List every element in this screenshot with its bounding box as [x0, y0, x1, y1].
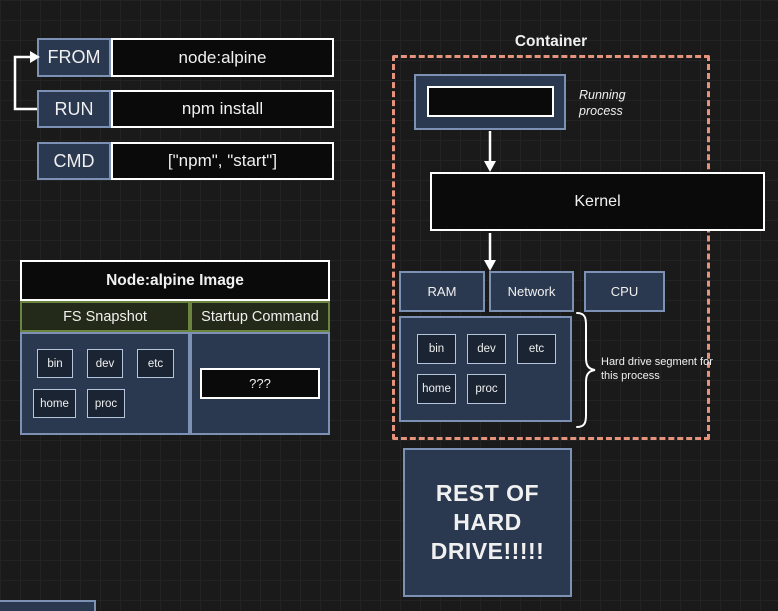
- container-fs-item-bin: bin: [417, 334, 456, 364]
- running-process-label: Running process: [579, 88, 649, 119]
- running-process-inner-box: [427, 86, 554, 117]
- container-fs-item-etc: etc: [517, 334, 556, 364]
- container-fs-item-dev: dev: [467, 334, 506, 364]
- image-table-col-startup-command: Startup Command: [190, 301, 330, 332]
- partial-shape: [0, 600, 96, 611]
- image-fs-item-etc: etc: [137, 349, 174, 378]
- loop-arrow: [6, 48, 46, 120]
- container-fs-item-home: home: [417, 374, 456, 404]
- image-table-col-fs-snapshot: FS Snapshot: [20, 301, 190, 332]
- diagram-canvas: FROM node:alpine RUN npm install CMD ["n…: [0, 0, 778, 611]
- brace-glyph: [574, 311, 598, 429]
- image-fs-item-proc: proc: [87, 389, 125, 418]
- image-fs-item-dev: dev: [87, 349, 123, 378]
- startup-command-value-box: ???: [200, 368, 320, 399]
- rest-of-hard-drive-box: REST OF HARD DRIVE!!!!!: [403, 448, 572, 597]
- process-to-kernel-arrow: [480, 130, 500, 172]
- hard-drive-segment-box: [399, 316, 572, 422]
- container-title: Container: [392, 32, 710, 52]
- dockerfile-from-keyword: FROM: [37, 38, 111, 77]
- dockerfile-cmd-keyword: CMD: [37, 142, 111, 180]
- dockerfile-run-value: npm install: [111, 90, 334, 128]
- image-fs-item-bin: bin: [37, 349, 73, 378]
- container-fs-item-proc: proc: [467, 374, 506, 404]
- brace-label: Hard drive segment for this process: [601, 356, 713, 384]
- dockerfile-from-value: node:alpine: [111, 38, 334, 77]
- resource-ram-box: RAM: [399, 271, 485, 312]
- image-table-fs-cell: [20, 332, 190, 435]
- dockerfile-run-keyword: RUN: [37, 90, 111, 128]
- resource-cpu-box: CPU: [584, 271, 665, 312]
- kernel-box: Kernel: [430, 172, 765, 231]
- image-fs-item-home: home: [33, 389, 76, 418]
- resource-network-box: Network: [489, 271, 574, 312]
- dockerfile-cmd-value: ["npm", "start"]: [111, 142, 334, 180]
- kernel-to-resources-arrow: [480, 233, 500, 271]
- image-table-title: Node:alpine Image: [20, 260, 330, 301]
